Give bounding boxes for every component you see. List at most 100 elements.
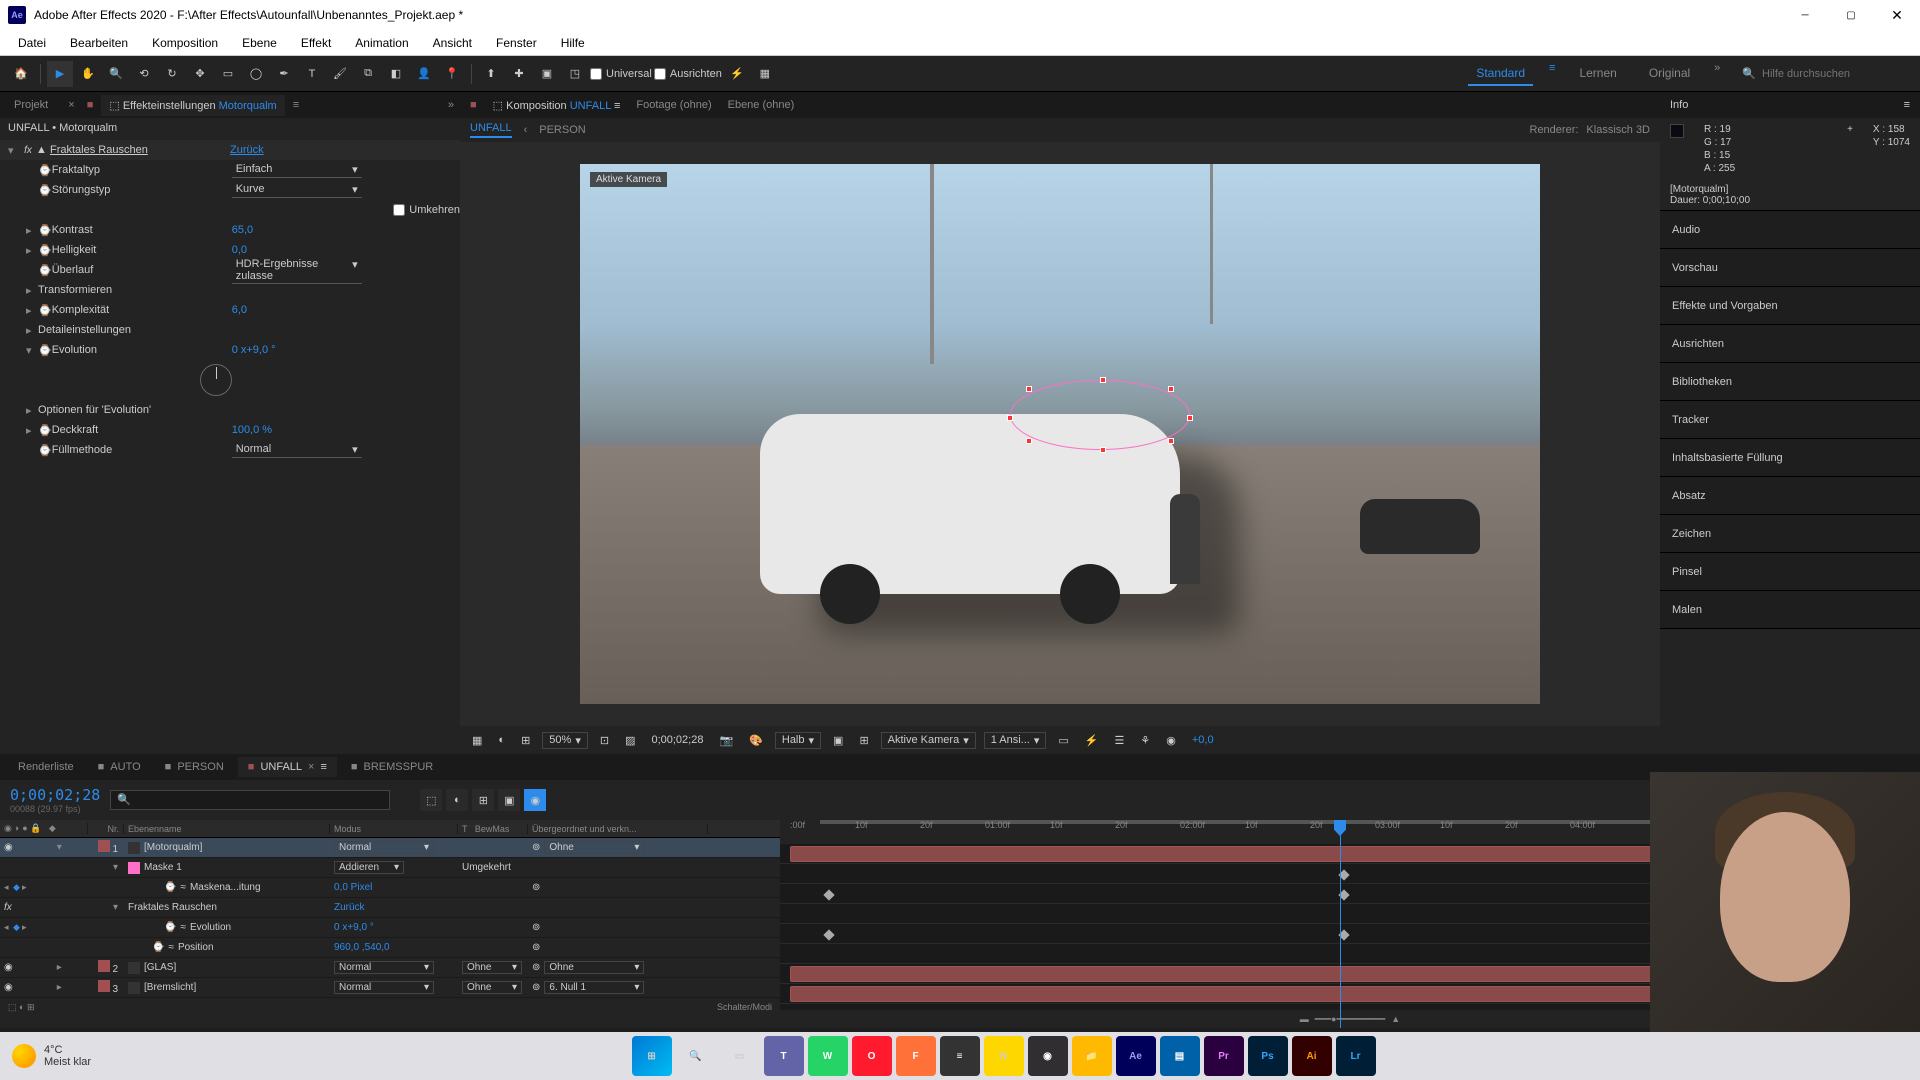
stoerungstyp-dropdown[interactable]: Kurve▾ bbox=[232, 182, 362, 198]
ae-icon[interactable]: Ae bbox=[1116, 1036, 1156, 1076]
layer-motorqualm[interactable]: ◉▾ 1 [Motorqualm] Normal▾ ⊚Ohne▾ bbox=[0, 838, 780, 858]
panel-ausrichten[interactable]: Ausrichten bbox=[1660, 325, 1920, 363]
layer-glas[interactable]: ◉▸ 2 [GLAS] Normal▾ Ohne▾ ⊚Ohne▾ bbox=[0, 958, 780, 978]
effect-name[interactable]: Fraktales Rauschen bbox=[50, 144, 230, 156]
premiere-icon[interactable]: Pr bbox=[1204, 1036, 1244, 1076]
rect-tool[interactable]: ▭ bbox=[215, 61, 241, 87]
task-view[interactable]: ▭ bbox=[720, 1036, 760, 1076]
composition-viewer[interactable]: Aktive Kamera bbox=[460, 142, 1660, 726]
fastpreview-icon[interactable]: ⚡ bbox=[1081, 734, 1103, 747]
obs-icon[interactable]: ◉ bbox=[1028, 1036, 1068, 1076]
tab-effect-controls[interactable]: ⬚ Effekteinstellungen Motorqualm bbox=[101, 95, 284, 116]
layer-fraktal[interactable]: fx ▾ Fraktales Rauschen Zurück bbox=[0, 898, 780, 918]
helligkeit-value[interactable]: 0,0 bbox=[232, 244, 247, 256]
anchor-tool[interactable]: ✥ bbox=[187, 61, 213, 87]
illustrator-icon[interactable]: Ai bbox=[1292, 1036, 1332, 1076]
search-help[interactable]: 🔍 bbox=[1742, 67, 1902, 80]
transparency-icon[interactable]: ▨ bbox=[621, 734, 639, 747]
universal-checkbox[interactable]: Universal bbox=[590, 68, 652, 80]
layer-evolution[interactable]: ◂◆▸ ⌚≈Evolution 0 x+9,0 ° ⊚ bbox=[0, 918, 780, 938]
tl-tab-bremsspur[interactable]: ■BREMSSPUR bbox=[341, 757, 443, 777]
flowchart-icon[interactable]: ⚘ bbox=[1136, 734, 1154, 747]
panel-pinsel[interactable]: Pinsel bbox=[1660, 553, 1920, 591]
start-button[interactable]: ⊞ bbox=[632, 1036, 672, 1076]
menu-effekt[interactable]: Effekt bbox=[291, 32, 341, 54]
roto-tool[interactable]: 👤 bbox=[411, 61, 437, 87]
prop-transformieren[interactable]: ▸ Transformieren bbox=[0, 280, 460, 300]
panel-absatz[interactable]: Absatz bbox=[1660, 477, 1920, 515]
panel-effekte[interactable]: Effekte und Vorgaben bbox=[1660, 287, 1920, 325]
panel-audio[interactable]: Audio bbox=[1660, 211, 1920, 249]
layer-maskprop[interactable]: ◂◆▸ ⌚≈Maskena...itung 0,0 Pixel ⊚ bbox=[0, 878, 780, 898]
tab-projekt[interactable]: Projekt bbox=[6, 95, 56, 115]
workspace-standard[interactable]: Standard bbox=[1468, 62, 1533, 86]
menu-fenster[interactable]: Fenster bbox=[486, 32, 547, 54]
mask-outline[interactable] bbox=[1010, 380, 1190, 450]
hand-tool[interactable]: ✋ bbox=[75, 61, 101, 87]
alpha-icon[interactable]: ▦ bbox=[468, 734, 486, 747]
snapshot-icon[interactable]: 📷 bbox=[715, 734, 737, 747]
grid-snap-tool[interactable]: ▦ bbox=[752, 61, 778, 87]
views-dropdown[interactable]: 1 Ansi...▾ bbox=[984, 732, 1047, 749]
twirl-arrow[interactable]: ▾ bbox=[8, 144, 20, 157]
timeline-timecode[interactable]: 0;00;02;28 bbox=[10, 786, 100, 804]
info-panel-title[interactable]: Info bbox=[1670, 99, 1688, 111]
tl-tool-1[interactable]: ⬚ bbox=[420, 789, 442, 811]
photoshop-icon[interactable]: Ps bbox=[1248, 1036, 1288, 1076]
effect-header-row[interactable]: ▾ fx ▲ Fraktales Rauschen Zurück bbox=[0, 140, 460, 160]
camera-dropdown[interactable]: Aktive Kamera▾ bbox=[881, 732, 976, 749]
menu-animation[interactable]: Animation bbox=[345, 32, 418, 54]
lightroom-icon[interactable]: Lr bbox=[1336, 1036, 1376, 1076]
app-icon-2[interactable]: N bbox=[984, 1036, 1024, 1076]
tab-ebene[interactable]: Ebene (ohne) bbox=[728, 99, 795, 111]
mode-dropdown[interactable]: Normal▾ bbox=[334, 841, 434, 854]
tl-tab-person[interactable]: ■PERSON bbox=[155, 757, 234, 777]
fraktaltyp-dropdown[interactable]: Einfach▾ bbox=[232, 162, 362, 178]
timeline-search[interactable] bbox=[110, 790, 390, 810]
tab-composition[interactable]: ⬚ Komposition UNFALL ≡ bbox=[493, 99, 621, 112]
mask-icon[interactable]: ◐ bbox=[494, 734, 509, 746]
maskprop-value[interactable]: 0,0 Pixel bbox=[334, 882, 372, 893]
zoom-tool[interactable]: 🔍 bbox=[103, 61, 129, 87]
whatsapp-icon[interactable]: W bbox=[808, 1036, 848, 1076]
search-button[interactable]: 🔍 bbox=[676, 1036, 716, 1076]
type-tool[interactable]: T bbox=[299, 61, 325, 87]
home-button[interactable]: 🏠 bbox=[8, 61, 34, 87]
tl-tool-3[interactable]: ⊞ bbox=[472, 789, 494, 811]
roi-icon[interactable]: ▣ bbox=[829, 734, 847, 747]
prop-detail[interactable]: ▸ Detaileinstellungen bbox=[0, 320, 460, 340]
viewer-timecode[interactable]: 0;00;02;28 bbox=[647, 734, 707, 746]
zoom-dropdown[interactable]: 50%▾ bbox=[542, 732, 588, 749]
ellipse-tool[interactable]: ◯ bbox=[243, 61, 269, 87]
evolution-dial[interactable] bbox=[200, 364, 232, 396]
tl-tab-auto[interactable]: ■AUTO bbox=[88, 757, 151, 777]
search-input[interactable] bbox=[1762, 68, 1902, 80]
position-tl-value[interactable]: 960,0 ,540,0 bbox=[334, 942, 390, 953]
workspace-lernen[interactable]: Lernen bbox=[1571, 62, 1624, 86]
tl-tool-4[interactable]: ▣ bbox=[498, 789, 520, 811]
menu-bearbeiten[interactable]: Bearbeiten bbox=[60, 32, 138, 54]
komplexitaet-value[interactable]: 6,0 bbox=[232, 304, 247, 316]
puppet-tool[interactable]: 📍 bbox=[439, 61, 465, 87]
fuellmethode-dropdown[interactable]: Normal▾ bbox=[232, 442, 362, 458]
kontrast-value[interactable]: 65,0 bbox=[232, 224, 253, 236]
tab-footage[interactable]: Footage (ohne) bbox=[636, 99, 711, 111]
minimize-button[interactable]: ─ bbox=[1782, 0, 1828, 30]
panel-vorschau[interactable]: Vorschau bbox=[1660, 249, 1920, 287]
explorer-icon[interactable]: 📁 bbox=[1072, 1036, 1112, 1076]
layer-position[interactable]: ⌚≈Position 960,0 ,540,0 ⊚ bbox=[0, 938, 780, 958]
fx-toggle[interactable]: fx bbox=[20, 145, 36, 156]
panel-bibliotheken[interactable]: Bibliotheken bbox=[1660, 363, 1920, 401]
firefox-icon[interactable]: F bbox=[896, 1036, 936, 1076]
maximize-button[interactable]: ▢ bbox=[1828, 0, 1874, 30]
timeline-footer[interactable]: Schalter/Modi bbox=[717, 1002, 772, 1012]
renderer-value[interactable]: Klassisch 3D bbox=[1586, 124, 1650, 136]
deckkraft-value[interactable]: 100,0 % bbox=[232, 424, 272, 436]
nav-person[interactable]: PERSON bbox=[539, 124, 585, 136]
panel-contentaware[interactable]: Inhaltsbasierte Füllung bbox=[1660, 439, 1920, 477]
close-button[interactable]: ✕ bbox=[1874, 0, 1920, 30]
local-axis-tool[interactable]: ⬆ bbox=[478, 61, 504, 87]
resolution-dropdown[interactable]: Halb▾ bbox=[775, 732, 821, 749]
layer-mask1[interactable]: ▾ Maske 1 Addieren▾ Umgekehrt bbox=[0, 858, 780, 878]
panel-tracker[interactable]: Tracker bbox=[1660, 401, 1920, 439]
